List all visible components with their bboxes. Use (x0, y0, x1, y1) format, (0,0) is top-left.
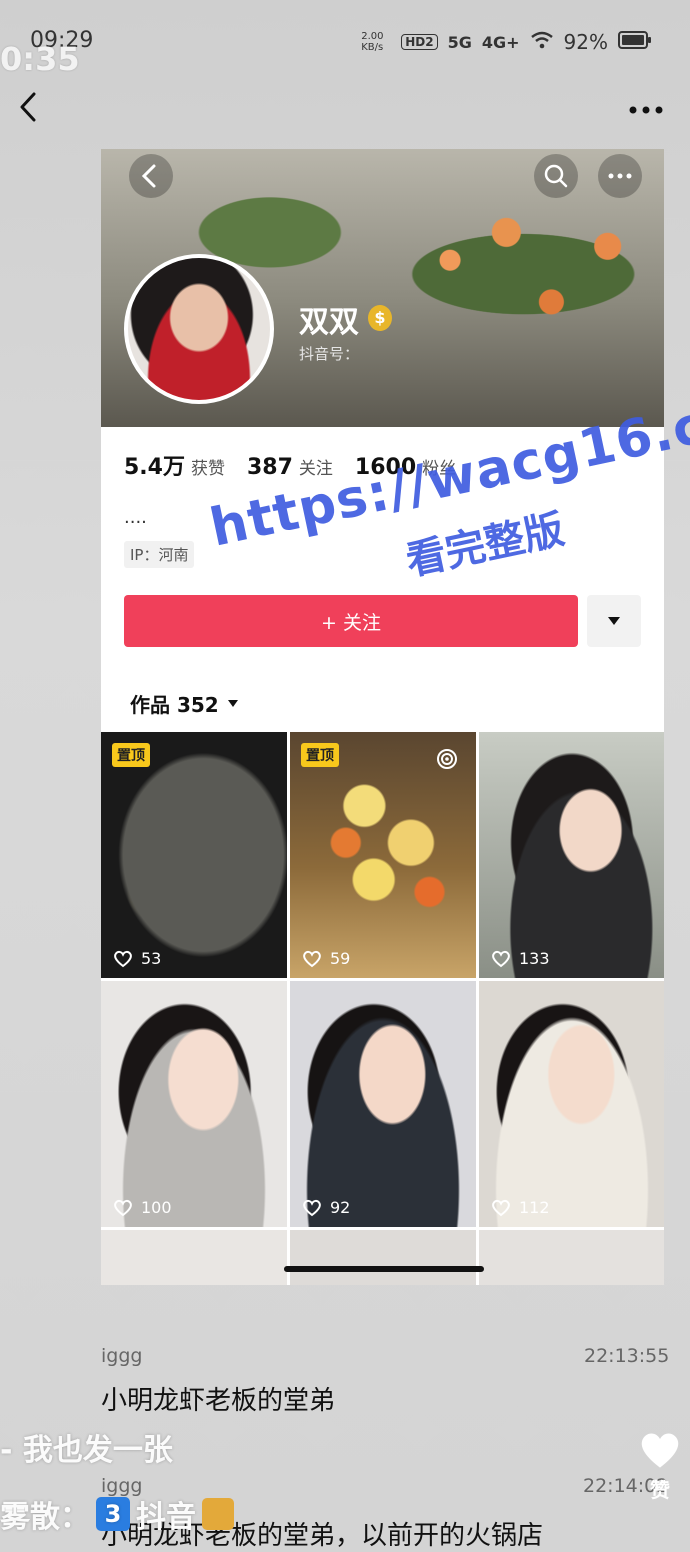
like-count-value: 59 (330, 949, 351, 968)
heart-icon (114, 1199, 132, 1216)
stat-likes-num: 5.4万 (124, 455, 185, 480)
work-tile[interactable]: 置顶 59 (290, 732, 476, 978)
more-icon[interactable] (628, 100, 664, 114)
pinned-badge: 置顶 (301, 743, 339, 767)
like-count-value: 92 (330, 1198, 351, 1217)
profile-nickname: 双双 (299, 305, 359, 340)
overlay-prefix: 雾散： (0, 1500, 90, 1535)
signal-5g-icon: 5G (447, 32, 472, 52)
overlay-comment: - 我也发一张 (0, 1433, 173, 1468)
heart-icon (303, 1199, 321, 1216)
hd-icon: HD2 (401, 34, 438, 50)
status-bar: 09:29 0:35 2.00 KB/s HD2 5G 4G+ 92% (0, 0, 690, 80)
follow-button[interactable]: + 关注 (124, 595, 578, 647)
wifi-icon (530, 31, 554, 53)
message-time: 22:13:55 (584, 1345, 670, 1367)
tab-works-label: 作品 352 (130, 693, 219, 717)
battery-level: 92% (563, 30, 608, 54)
work-tile[interactable] (290, 1230, 476, 1285)
status-icons: 2.00 KB/s HD2 5G 4G+ 92% (361, 30, 652, 54)
avatar[interactable] (124, 254, 274, 404)
like-count: 100 (113, 1198, 172, 1217)
message-user: iggg (101, 1345, 143, 1367)
heart-icon (492, 1199, 510, 1216)
douyin-id: 抖音号： (299, 345, 360, 363)
message-text: 小明龙虾老板的堂弟 (101, 1386, 336, 1416)
back-arrow-icon[interactable] (14, 92, 44, 122)
banner-more-icon[interactable] (598, 154, 642, 198)
like-count: 53 (113, 949, 161, 968)
target-icon (437, 749, 457, 769)
stat-likes[interactable]: 5.4万 获赞 (124, 449, 225, 481)
banner-back-icon[interactable] (129, 154, 173, 198)
like-count: 92 (302, 1198, 350, 1217)
profile-screenshot: 双双 $ 抖音号： 5.4万 获赞 387 关注 1600 粉丝 .... IP：河南… (101, 149, 664, 1285)
caret-down-icon (227, 700, 238, 707)
overlay-suffix: 抖音 (136, 1500, 196, 1535)
like-count: 59 (302, 949, 350, 968)
pinned-badge: 置顶 (112, 743, 150, 767)
work-tile[interactable] (479, 1230, 664, 1285)
stat-following-num: 387 (246, 455, 293, 480)
battery-icon (618, 31, 652, 53)
work-tile[interactable]: 112 (479, 981, 664, 1227)
work-tile[interactable]: 133 (479, 732, 664, 978)
work-tile[interactable] (101, 1230, 287, 1285)
caret-down-icon (608, 617, 620, 625)
like-count: 112 (491, 1198, 550, 1217)
heart-icon (641, 1433, 679, 1468)
number-badge: 3 (96, 1497, 130, 1531)
signal-4g-icon: 4G+ (481, 32, 520, 52)
works-grid: 置顶 53 置顶 59 133 100 92 112 (101, 732, 664, 1285)
like-label: 赞 (650, 1478, 670, 1502)
home-indicator (284, 1266, 484, 1272)
follow-dropdown-button[interactable] (587, 595, 641, 647)
heart-icon (303, 950, 321, 967)
like-count-value: 112 (519, 1198, 550, 1217)
work-tile[interactable]: 100 (101, 981, 287, 1227)
net-speed: 2.00 KB/s (361, 31, 384, 53)
profile-bio: .... (124, 507, 147, 528)
work-tile[interactable]: 92 (290, 981, 476, 1227)
like-count: 133 (491, 949, 550, 968)
like-count-value: 133 (519, 949, 550, 968)
money-badge-icon: $ (368, 305, 392, 331)
tab-works[interactable]: 作品 352 (130, 689, 239, 718)
emoji-icon (202, 1498, 234, 1530)
like-count-value: 100 (141, 1198, 172, 1217)
search-icon[interactable] (534, 154, 578, 198)
stat-likes-label: 获赞 (190, 459, 225, 479)
heart-icon (114, 950, 132, 967)
like-count-value: 53 (141, 949, 162, 968)
work-tile[interactable]: 置顶 53 (101, 732, 287, 978)
heart-icon (492, 950, 510, 967)
ip-location-tag: IP：河南 (124, 541, 195, 568)
status-time-big: 0:35 (0, 40, 80, 78)
overlay-comment-2: 雾散： 3 抖音 (0, 1492, 234, 1536)
like-button[interactable]: 赞 (630, 1430, 690, 1503)
